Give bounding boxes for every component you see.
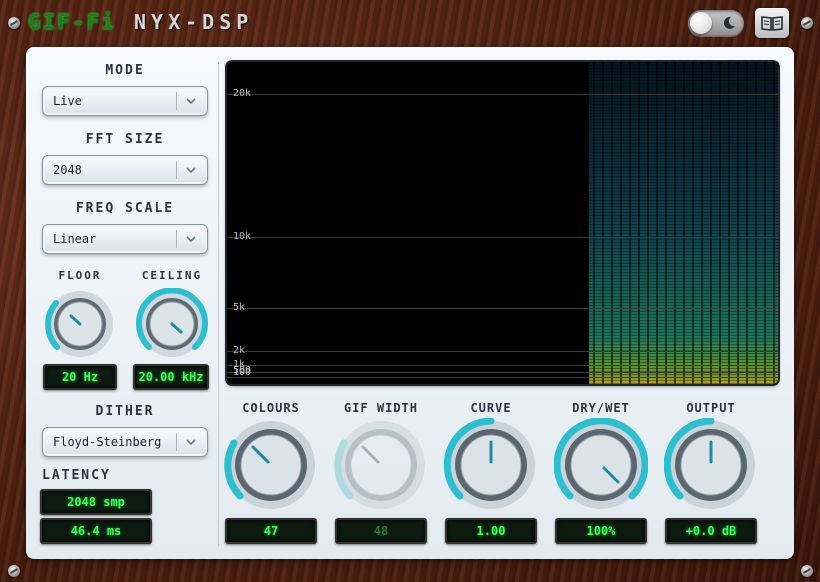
select-separator [176,433,177,451]
freq-scale-select[interactable]: Linear [42,224,208,254]
mode-select[interactable]: Live [42,86,208,116]
colours-display: 47 [225,518,317,544]
brand-logo: GIF-Fi [28,10,116,34]
latency-samples-display: 2048 smp [40,489,152,515]
dither-select[interactable]: Floyd-Steinberg [42,427,208,457]
floor-display: 20 Hz [43,364,117,390]
mode-label: MODE [105,63,145,78]
latency-ms-display: 46.4 ms [40,518,152,544]
fft-size-value: 2048 [53,163,82,177]
colours-label: COLOURS [242,401,300,415]
freq-scale-label: FREQ SCALE [75,201,175,216]
chevron-down-icon [186,439,196,446]
floor-label: FLOOR [58,269,102,282]
gridline-5k [227,308,778,309]
freq-label-2k: 2k [233,345,246,356]
gif-width-display: 48 [335,518,427,544]
screw-top-right [801,17,813,29]
output-knob[interactable] [664,418,758,512]
screw-top-left [8,17,20,29]
gridline-500 [227,372,778,373]
fft-size-label: FFT SIZE [85,132,165,147]
gridline-2k [227,351,778,352]
curve-label: CURVE [470,401,512,415]
gif-width-label: GIF WIDTH [343,401,419,415]
manual-button[interactable] [755,8,789,38]
toggle-knob [690,12,712,34]
curve-knob[interactable] [444,418,538,512]
screw-bottom-left [8,565,20,577]
freq-label-20k: 20k [233,88,252,99]
select-separator [176,230,177,248]
freq-label-10k: 10k [233,231,252,242]
output-label: OUTPUT [686,401,736,415]
ceiling-display: 20.00 kHz [133,364,209,390]
ceiling-knob[interactable] [136,288,208,360]
gif-width-knob[interactable] [334,418,428,512]
dry-wet-label: DRY/WET [572,401,630,415]
dither-value: Floyd-Steinberg [53,435,162,449]
dry-wet-display: 100% [555,518,647,544]
spectrogram-display: 20k 10k 5k 2k 1k 500 100 [227,62,778,384]
freq-label-5k: 5k [233,302,246,313]
panel-divider [218,62,219,546]
fft-size-select[interactable]: 2048 [42,155,208,185]
gridline-1k [227,365,778,366]
moon-icon [723,16,735,29]
spectrogram-signal [589,62,778,384]
freq-label-100: 100 [233,367,252,378]
theme-toggle[interactable] [688,10,744,36]
latency-label: LATENCY [42,468,111,483]
chevron-down-icon [186,167,196,174]
dither-label: DITHER [95,404,155,419]
chevron-down-icon [186,98,196,105]
product-title: NYX-DSP [134,10,254,34]
curve-display: 1.00 [445,518,537,544]
select-separator [176,161,177,179]
floor-knob[interactable] [44,288,116,360]
mode-value: Live [53,94,82,108]
freq-scale-value: Linear [53,232,97,246]
output-display: +0.0 dB [665,518,757,544]
dry-wet-knob[interactable] [554,418,648,512]
gridline-20k [227,94,778,95]
colours-knob[interactable] [224,418,318,512]
select-separator [176,92,177,110]
ceiling-label: CEILING [141,269,203,282]
gridline-10k [227,237,778,238]
screw-bottom-right [801,565,813,577]
gridline-100 [227,377,778,378]
book-icon [761,16,783,31]
chevron-down-icon [186,236,196,243]
